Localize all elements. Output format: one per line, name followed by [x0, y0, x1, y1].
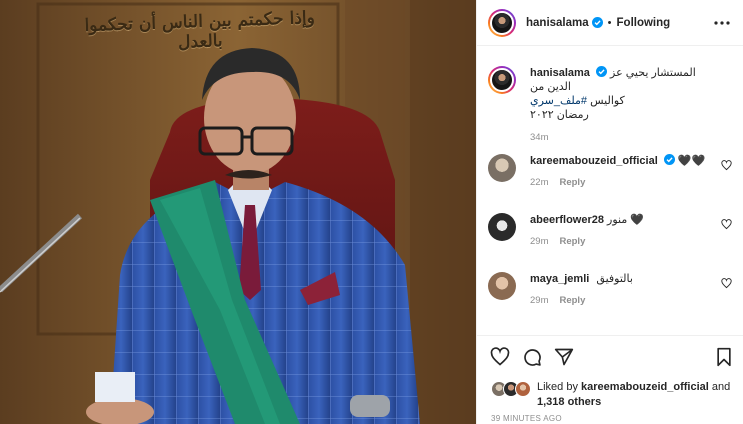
- comment-icon[interactable]: [522, 347, 542, 367]
- share-icon[interactable]: [554, 347, 574, 367]
- post-image[interactable]: وإذا حكمتم بين الناس أن تحكموا بالعدل: [0, 0, 476, 424]
- likes-count[interactable]: 1,318 others: [537, 396, 601, 408]
- verified-icon: [595, 66, 607, 77]
- comment-text: بالتوفيق: [596, 273, 633, 285]
- heart-icon[interactable]: [490, 347, 510, 367]
- likes-prefix: Liked by: [537, 381, 582, 393]
- comment-time: 29m: [530, 236, 549, 247]
- author-avatar[interactable]: [488, 8, 516, 37]
- caption-hashtag[interactable]: #ملف_سري: [530, 95, 587, 107]
- reply-button[interactable]: Reply: [559, 177, 585, 188]
- comment-avatar[interactable]: [488, 272, 516, 300]
- comment-username[interactable]: abeerflower28: [530, 214, 604, 226]
- liker-username[interactable]: kareemabouzeid_official: [581, 381, 709, 393]
- caption-time: 34m: [530, 132, 549, 143]
- comment-username[interactable]: maya_jemli: [530, 273, 589, 285]
- more-icon[interactable]: [714, 16, 730, 30]
- comments-list: hanisalama المستشار يحيي عز الدين من كوا…: [477, 47, 743, 335]
- comment-avatar[interactable]: [488, 213, 516, 241]
- post-sidebar: hanisalama • Following hanisalama المستش…: [476, 0, 743, 424]
- reply-button[interactable]: Reply: [559, 295, 585, 306]
- judge-illustration: [0, 0, 476, 424]
- comment-time: 22m: [530, 177, 549, 188]
- post-header: hanisalama • Following: [477, 0, 743, 46]
- post-timestamp[interactable]: 39 MINUTES AGO: [491, 414, 562, 423]
- header-separator: •: [607, 16, 612, 29]
- heart-icon[interactable]: [721, 219, 732, 230]
- caption-line-2: كواليس: [587, 95, 625, 107]
- comment-text: 🖤🖤: [677, 155, 706, 167]
- reply-button[interactable]: Reply: [559, 236, 585, 247]
- heart-icon[interactable]: [721, 278, 732, 289]
- comment-username[interactable]: kareemabouzeid_official: [530, 155, 658, 167]
- caption-line-3: رمضان ٢٠٢٢: [530, 109, 589, 121]
- following-button[interactable]: Following: [617, 17, 671, 29]
- post-actions: Liked by kareemabouzeid_official and 1,3…: [477, 335, 743, 424]
- likers-avatars[interactable]: [491, 381, 535, 397]
- verified-icon: [663, 154, 675, 165]
- author-username[interactable]: hanisalama: [526, 17, 589, 29]
- likes-and: and: [708, 381, 731, 393]
- heart-icon[interactable]: [721, 160, 732, 171]
- caption-username[interactable]: hanisalama: [530, 67, 590, 79]
- comment-text: منور 🖤: [607, 214, 645, 226]
- comment-time: 29m: [530, 295, 549, 306]
- comment-avatar[interactable]: [488, 154, 516, 182]
- caption-avatar[interactable]: [488, 66, 516, 94]
- save-icon[interactable]: [714, 347, 734, 367]
- verified-icon: [591, 17, 603, 28]
